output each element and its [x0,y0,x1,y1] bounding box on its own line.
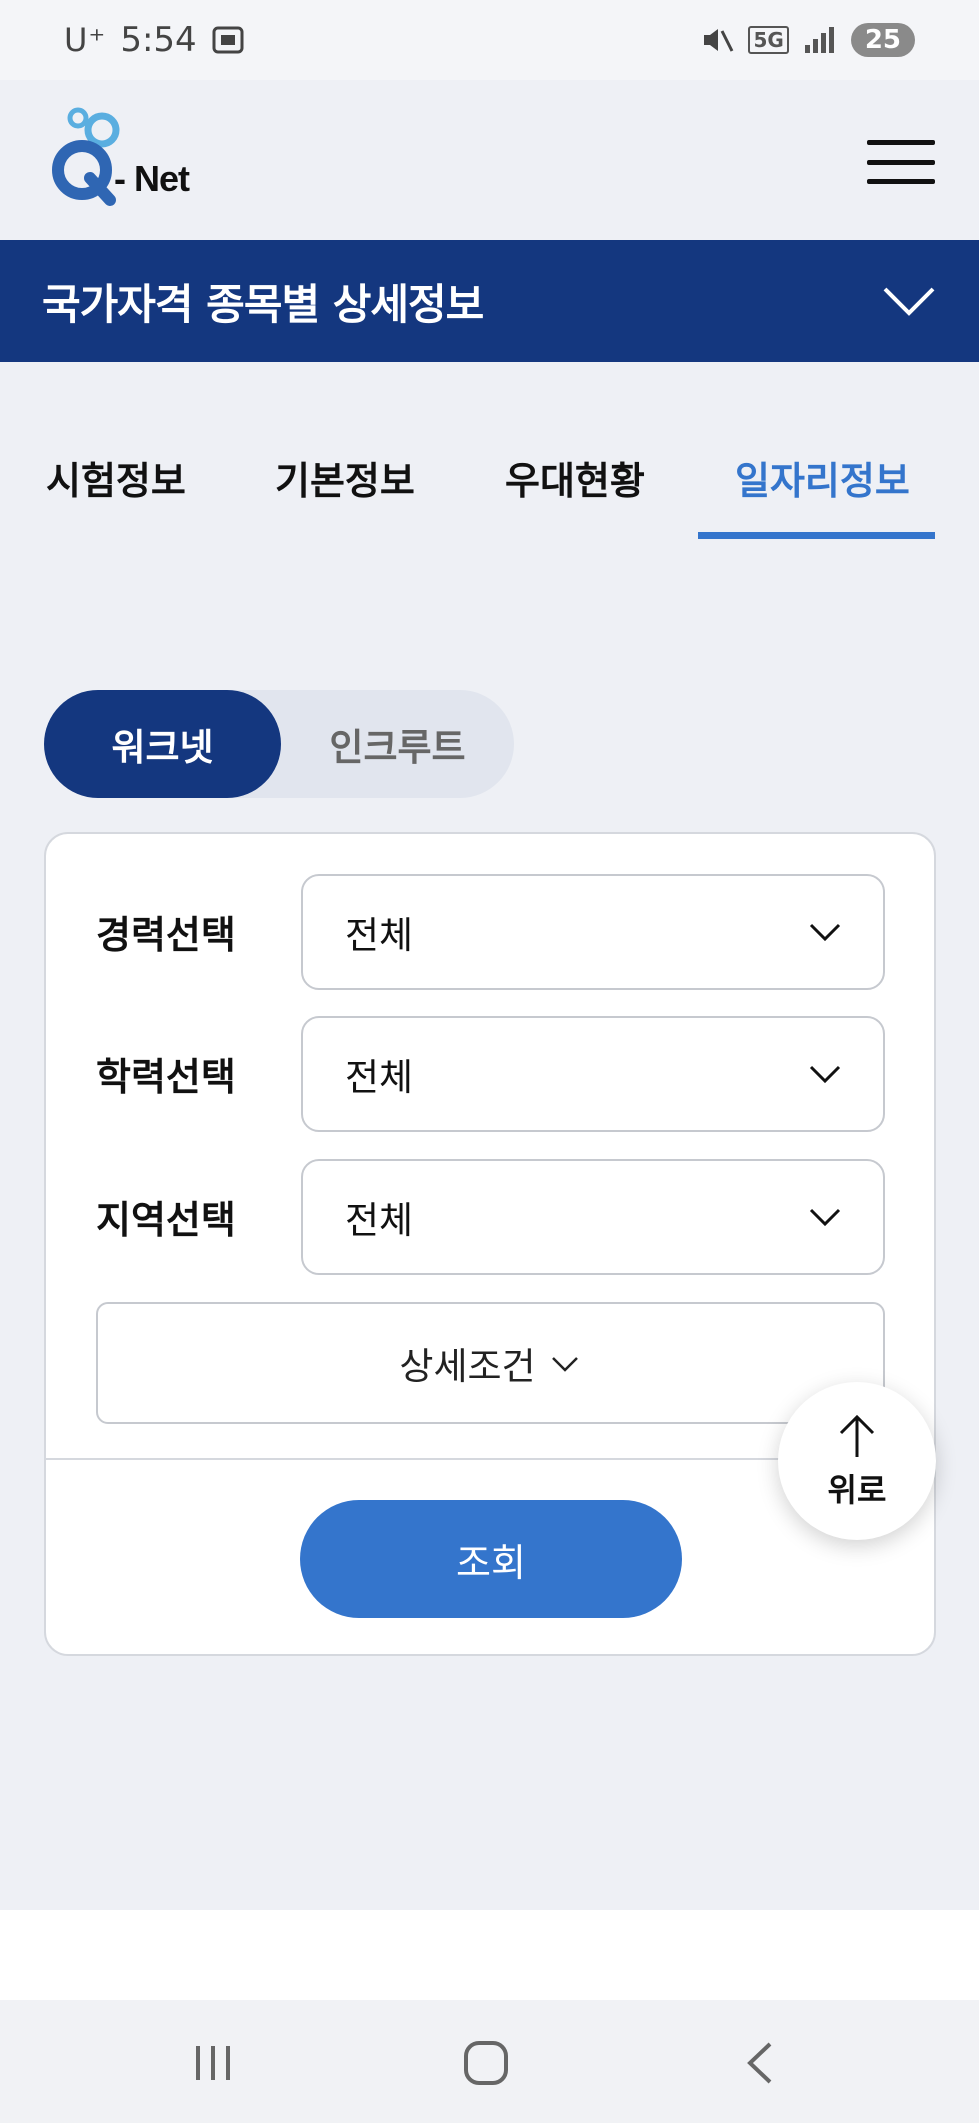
region-select[interactable]: 전체 [301,1159,885,1275]
signal-icon [804,27,834,53]
recent-apps-icon-glyph [196,2046,230,2080]
home-icon[interactable] [461,2038,511,2088]
tab-basic-info[interactable]: 기본정보 [275,450,415,505]
career-label: 경력선택 [96,913,236,957]
menu-icon[interactable] [867,140,935,184]
back-icon[interactable] [736,2038,786,2088]
tab-exam-info[interactable]: 시험정보 [46,450,186,505]
chevron-down-icon [809,1065,841,1084]
clock: 5:54 [120,20,197,60]
detail-conditions-label: 상세조건 [399,1345,536,1388]
page-title: 국가자격 종목별 상세정보 [42,279,484,329]
recent-apps-icon[interactable] [188,2038,238,2088]
mute-icon [704,29,734,52]
active-tab-indicator [698,532,935,539]
footer-strip [0,1910,979,2000]
network-type-label: 5G [748,26,789,54]
carrier-label: U⁺ [64,21,107,59]
region-label: 지역선택 [96,1198,236,1242]
region-select-value: 전체 [345,1199,414,1242]
app-header: - Net [0,80,979,240]
title-bar[interactable]: 국가자격 종목별 상세정보 [0,240,979,362]
career-select-value: 전체 [345,914,414,957]
status-left: U⁺ 5:54 [64,20,245,60]
toggle-worknet[interactable]: 워크넷 [44,690,281,798]
status-right: 5G 25 [700,23,915,57]
tab-bar: 시험정보 기본정보 우대현황 일자리정보 [0,420,979,540]
status-bar: U⁺ 5:54 5G 25 [0,0,979,80]
scroll-top-button[interactable]: 위로 [778,1382,936,1540]
education-label: 학력선택 [96,1055,236,1099]
battery-level: 25 [850,23,915,57]
education-select[interactable]: 전체 [301,1016,885,1132]
home-icon-glyph [464,2041,508,2085]
search-button[interactable]: 조회 [300,1500,682,1618]
chevron-down-icon [809,923,841,942]
chevron-down-icon [551,1357,578,1372]
tab-job-info[interactable]: 일자리정보 [735,450,910,505]
career-select[interactable]: 전체 [301,874,885,990]
menu-line [867,179,935,184]
chevron-down-icon [883,287,935,316]
detail-conditions-button[interactable]: 상세조건 [96,1302,885,1424]
filter-card: 경력선택 전체 학력선택 전체 지역선택 전체 상세조건 조회 [44,832,936,1656]
logo-text: - Net [114,158,190,199]
toggle-incruit[interactable]: 인크루트 [281,690,514,798]
tab-preference-status[interactable]: 우대현황 [505,450,645,505]
menu-line [867,159,935,165]
source-toggle: 워크넷 인크루트 [44,690,514,798]
chevron-down-icon [809,1208,841,1227]
back-icon-glyph [747,2042,772,2084]
qnet-logo[interactable]: - Net [52,106,212,216]
arrow-up-icon [839,1414,875,1457]
menu-line [867,140,935,145]
system-nav-bar [0,2000,979,2123]
screenshot-icon [212,26,244,54]
education-select-value: 전체 [345,1056,414,1099]
scroll-top-label: 위로 [827,1471,887,1509]
